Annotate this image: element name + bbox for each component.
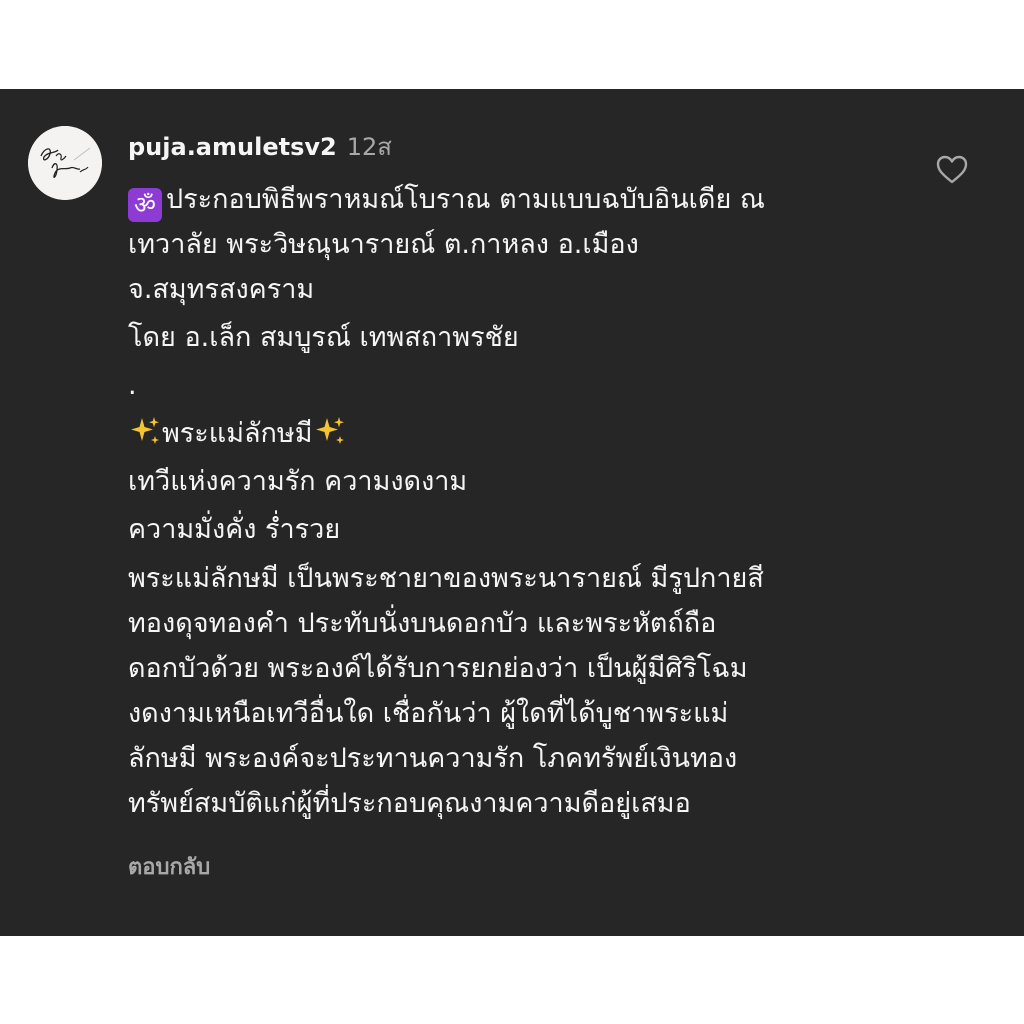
comment-line-2: เทวาลัย พระวิษณุนารายณ์ ต.กาหลง อ.เมือง xyxy=(128,229,639,260)
comment-line-4: โดย อ.เล็ก สมบูรณ์ เทพสถาพรชัย xyxy=(128,322,519,353)
comment-line-6: พระแม่ลักษมี xyxy=(128,411,978,456)
comment-line-12: งดงามเหนือเทวีอื่นใด เชื่อกันว่า ผู้ใดที… xyxy=(128,698,729,729)
comment-line-13: ลักษมี พระองค์จะประทานความรัก โภคทรัพย์เ… xyxy=(128,743,738,774)
comment-text: ॐ ประกอบพิธีพราหมณ์โบราณ ตามแบบฉบับอินเดี… xyxy=(128,177,978,826)
comment-line-11: ดอกบัวด้วย พระองค์ได้รับการยกย่องว่า เป็… xyxy=(128,653,748,684)
username-link[interactable]: puja.amuletsv2 xyxy=(128,133,337,161)
comment-line-14: ทรัพย์สมบัติแก่ผู้ที่ประกอบคุณงามความดีอ… xyxy=(128,788,691,819)
comment-line-text: ประกอบพิธีพราหมณ์โบราณ ตามแบบฉบับอินเดีย… xyxy=(166,184,765,215)
comment-line-5: . xyxy=(128,370,137,401)
timestamp: 12ส xyxy=(346,133,392,161)
comment-line-9: พระแม่ลักษมี เป็นพระชายาของพระนารายณ์ มี… xyxy=(128,563,764,594)
comment-line-8: ความมั่งคั่ง ร่ำรวย xyxy=(128,514,341,545)
signature-avatar-icon xyxy=(28,126,102,200)
reply-button[interactable]: ตอบกลับ xyxy=(128,849,210,884)
comment-line-3: จ.สมุทรสงคราม xyxy=(128,274,315,305)
comment-line-10: ทองดุจทองคำ ประทับนั่งบนดอกบัว และพระหัต… xyxy=(128,608,717,639)
comment-line-text: พระแม่ลักษมี xyxy=(162,418,313,449)
sparkles-icon xyxy=(313,414,347,448)
avatar[interactable] xyxy=(28,126,102,200)
comment-header: puja.amuletsv2 12ส xyxy=(128,127,392,161)
sparkles-icon xyxy=(128,414,162,448)
comment-panel: puja.amuletsv2 12ส ॐ ประกอบพิธีพราหมณ์โบร… xyxy=(0,89,1024,936)
comment-line-7: เทวีแห่งความรัก ความงดงาม xyxy=(128,466,468,497)
comment-line-1: ॐ ประกอบพิธีพราหมณ์โบราณ ตามแบบฉบับอินเดี… xyxy=(128,177,978,222)
om-icon: ॐ xyxy=(128,188,162,222)
